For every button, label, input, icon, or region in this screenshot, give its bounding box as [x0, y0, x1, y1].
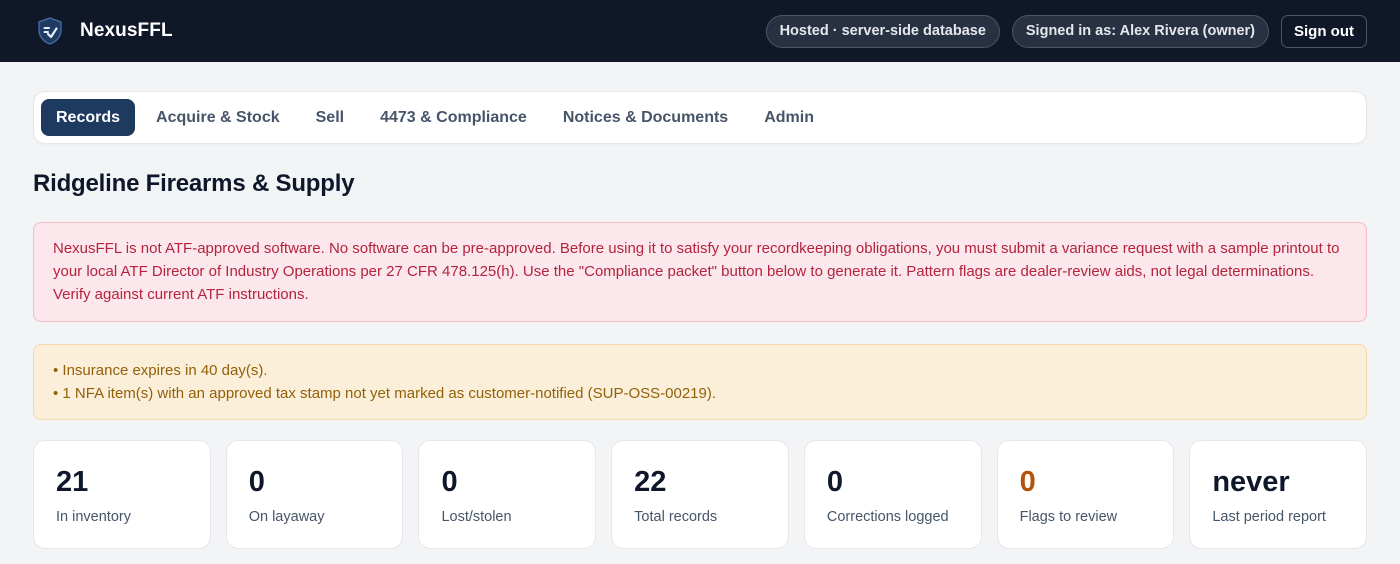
brand[interactable]: NexusFFL — [36, 16, 173, 46]
header-actions: Hosted · server-side database Signed in … — [765, 14, 1367, 48]
main-content: Records Acquire & Stock Sell 4473 & Comp… — [0, 62, 1400, 549]
tab-sell[interactable]: Sell — [301, 99, 359, 136]
stat-card-lost-stolen[interactable]: 0 Lost/stolen — [418, 440, 597, 549]
stat-label: Lost/stolen — [441, 509, 512, 525]
stat-label: Flags to review — [1019, 509, 1118, 525]
page-title: Ridgeline Firearms & Supply — [33, 170, 355, 197]
stat-card-last-period-report[interactable]: never Last period report — [1189, 440, 1368, 549]
stats-row: 21 In inventory 0 On layaway 0 Lost/stol… — [33, 440, 1368, 549]
stat-value: 0 — [441, 466, 458, 498]
stat-card-total-records[interactable]: 22 Total records — [611, 440, 789, 549]
stat-card-on-layaway[interactable]: 0 On layaway — [225, 440, 404, 549]
stat-card-corrections-logged[interactable]: 0 Corrections logged — [803, 440, 982, 549]
hosting-badge: Hosted · server-side database — [765, 14, 1000, 48]
stat-value: 21 — [56, 466, 89, 498]
stat-label: Corrections logged — [826, 509, 949, 525]
shield-check-icon — [36, 16, 64, 46]
main-tabs: Records Acquire & Stock Sell 4473 & Comp… — [33, 91, 1367, 144]
stat-card-flags-to-review[interactable]: 0 Flags to review — [996, 440, 1175, 549]
app-name: NexusFFL — [80, 20, 173, 41]
warning-item: • Insurance expires in 40 day(s). — [53, 362, 268, 379]
tab-notices-documents[interactable]: Notices & Documents — [548, 99, 743, 136]
warning-item: • 1 NFA item(s) with an approved tax sta… — [53, 385, 717, 402]
stat-value: 0 — [1019, 466, 1036, 498]
tab-records[interactable]: Records — [41, 99, 136, 136]
stat-label: Last period report — [1212, 509, 1326, 525]
sign-out-button[interactable]: Sign out — [1281, 14, 1367, 48]
disclaimer-text: NexusFFL is not ATF-approved software. N… — [53, 240, 1340, 303]
stat-value: 22 — [634, 466, 667, 498]
tab-acquire-stock[interactable]: Acquire & Stock — [141, 99, 295, 136]
warning-alert: • Insurance expires in 40 day(s). • 1 NF… — [33, 344, 1367, 420]
top-bar: NexusFFL Hosted · server-side database S… — [0, 0, 1400, 62]
stat-label: On layaway — [248, 509, 325, 525]
tab-4473-compliance[interactable]: 4473 & Compliance — [365, 99, 542, 136]
stat-card-in-inventory[interactable]: 21 In inventory — [33, 440, 211, 549]
tab-admin[interactable]: Admin — [749, 99, 829, 136]
stat-label: Total records — [634, 509, 718, 525]
stat-value: 0 — [248, 466, 265, 498]
stat-label: In inventory — [56, 509, 131, 525]
compliance-disclaimer-alert: NexusFFL is not ATF-approved software. N… — [33, 222, 1367, 322]
stat-value: 0 — [826, 466, 844, 498]
signed-in-badge: Signed in as: Alex Rivera (owner) — [1011, 14, 1269, 48]
stat-value: never — [1212, 466, 1290, 498]
